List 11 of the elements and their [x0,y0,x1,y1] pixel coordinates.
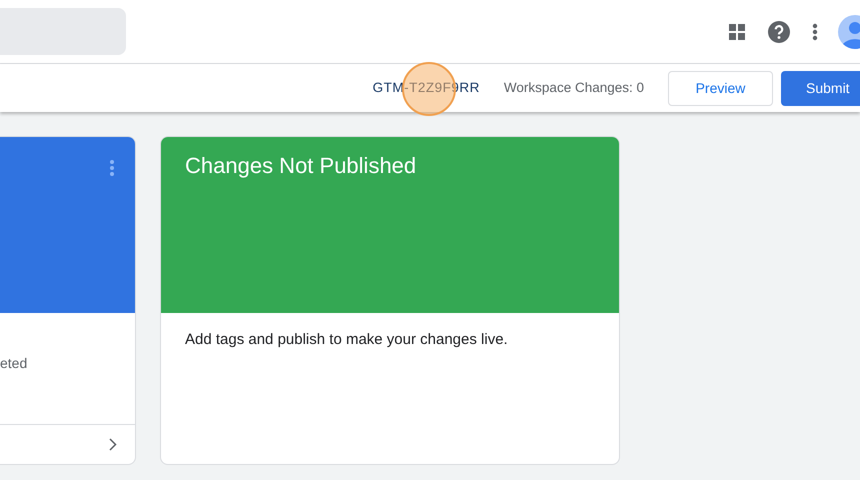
submit-button[interactable]: Submit [781,70,860,106]
workspace-changes: Workspace Changes: 0 [504,78,644,97]
help-icon[interactable] [768,20,790,42]
apps-icon[interactable] [728,22,746,40]
preview-button[interactable]: Preview [668,70,773,106]
card-text: Add tags and publish to make your changes live. [184,330,509,350]
card-title: Changes Not Published [184,152,418,180]
more-icon[interactable] [812,22,818,40]
container-id[interactable]: GTM-T2Z9F9RR [372,78,480,98]
card-text: eted [0,354,28,373]
chevron-icon[interactable] [109,438,117,451]
